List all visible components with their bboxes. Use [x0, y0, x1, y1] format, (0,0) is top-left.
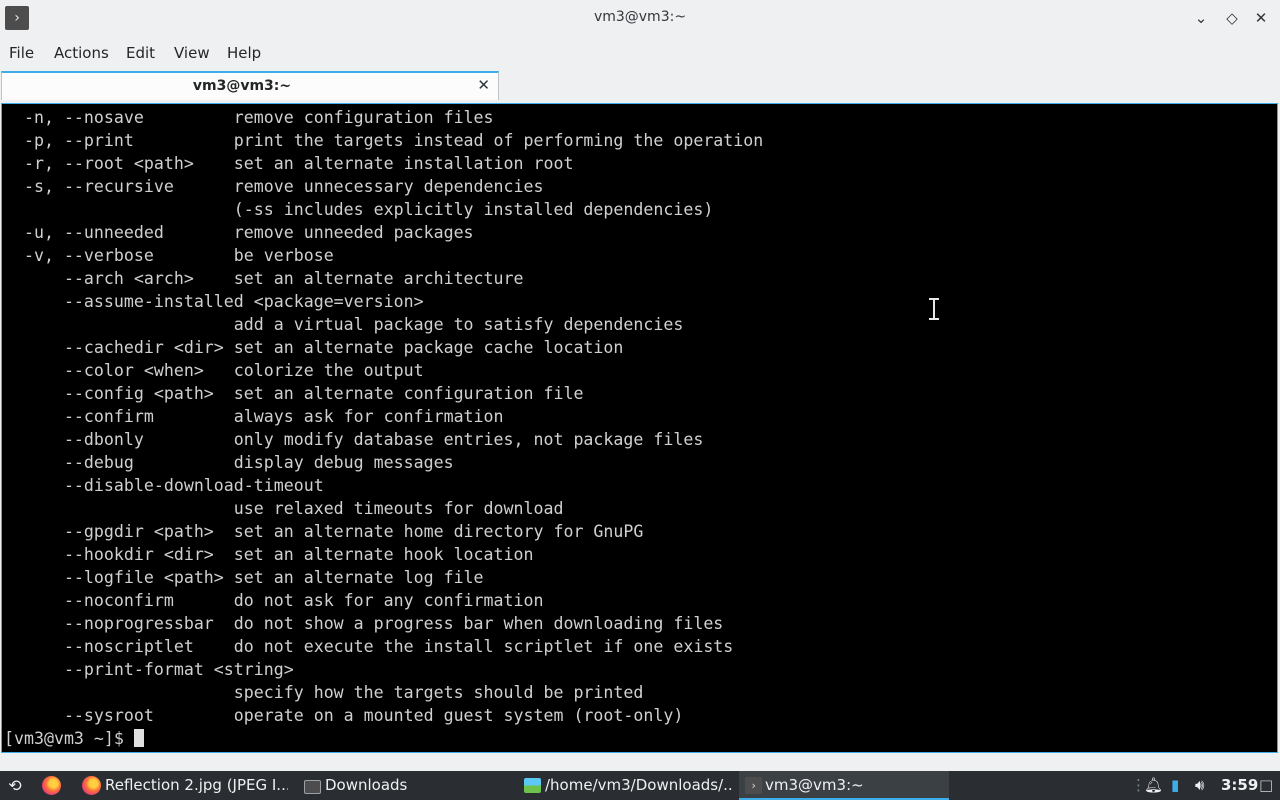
- terminal-line: --noconfirm do not ask for any confirmat…: [4, 591, 544, 610]
- task-label: Downloads: [325, 776, 408, 794]
- notifications-icon[interactable]: 🔔︎: [1144, 771, 1163, 800]
- menu-actions[interactable]: Actions: [54, 44, 109, 62]
- folder-icon: [304, 780, 321, 794]
- terminal-line: --noprogressbar do not show a progress b…: [4, 614, 724, 633]
- terminal-line: --print-format <string>: [4, 660, 294, 679]
- terminal-line: --dbonly only modify database entries, n…: [4, 430, 704, 449]
- terminal-line: -u, --unneeded remove unneeded packages: [4, 223, 474, 242]
- taskbar: ⟲ Reflection 2.jpg (JPEG I... Downloads …: [0, 771, 1280, 800]
- tab-bar: vm3@vm3:~ ✕: [0, 70, 1280, 102]
- task-reflection[interactable]: Reflection 2.jpg (JPEG I...: [78, 771, 288, 800]
- tab-close-icon[interactable]: ✕: [477, 76, 490, 94]
- shell-prompt: [vm3@vm3 ~]$: [4, 729, 134, 748]
- menu-view[interactable]: View: [174, 44, 210, 62]
- terminal-tab[interactable]: vm3@vm3:~ ✕: [1, 71, 499, 100]
- terminal-line: --arch <arch> set an alternate architect…: [4, 269, 524, 288]
- task-downloads[interactable]: Downloads: [300, 771, 510, 800]
- firefox-icon: [42, 776, 61, 795]
- terminal-line: -r, --root <path> set an alternate insta…: [4, 154, 574, 173]
- tab-label: vm3@vm3:~: [192, 78, 292, 94]
- menu-edit[interactable]: Edit: [126, 44, 155, 62]
- firefox-launcher[interactable]: [38, 771, 66, 800]
- terminal-line: -n, --nosave remove configuration files: [4, 108, 494, 127]
- terminal-line: --config <path> set an alternate configu…: [4, 384, 584, 403]
- volume-icon[interactable]: 🔊︎: [1195, 771, 1204, 800]
- clock[interactable]: 3:59: [1221, 771, 1258, 800]
- terminal-line: --noscriptlet do not execute the install…: [4, 637, 734, 656]
- terminal-line: -s, --recursive remove unnecessary depen…: [4, 177, 544, 196]
- terminal-output[interactable]: -n, --nosave remove configuration files …: [1, 103, 1278, 753]
- firefox-icon: [82, 776, 101, 795]
- terminal-line: specify how the targets should be printe…: [4, 683, 644, 702]
- terminal-line: use relaxed timeouts for download: [4, 499, 564, 518]
- terminal-icon: ›: [745, 777, 762, 794]
- terminal-line: (-ss includes explicitly installed depen…: [4, 200, 714, 219]
- application-launcher-icon[interactable]: ⟲: [4, 771, 26, 800]
- terminal-line: --color <when> colorize the output: [4, 361, 424, 380]
- terminal-line: -v, --verbose be verbose: [4, 246, 334, 265]
- terminal-line: --sysroot operate on a mounted guest sys…: [4, 706, 684, 725]
- task-terminal[interactable]: › vm3@vm3:~: [739, 771, 949, 800]
- terminal-line: --assume-installed <package=version>: [4, 292, 424, 311]
- title-bar: › vm3@vm3:~ ⌄ ◇ ✕: [0, 0, 1280, 36]
- close-icon[interactable]: ✕: [1250, 7, 1272, 29]
- show-desktop-icon[interactable]: □: [1259, 771, 1273, 800]
- ibeam-cursor-icon: [929, 298, 939, 320]
- menu-file[interactable]: File: [9, 44, 34, 62]
- menu-bar: File Actions Edit View Help: [0, 38, 1280, 68]
- terminal-line: --hookdir <dir> set an alternate hook lo…: [4, 545, 534, 564]
- task-label: Reflection 2.jpg (JPEG I...: [105, 776, 288, 794]
- terminal-line: --confirm always ask for confirmation: [4, 407, 504, 426]
- terminal-line: --gpgdir <path> set an alternate home di…: [4, 522, 644, 541]
- terminal-line: --disable-download-timeout: [4, 476, 324, 495]
- terminal-prompt-line[interactable]: [vm3@vm3 ~]$: [4, 727, 144, 750]
- terminal-line: --debug display debug messages: [4, 453, 454, 472]
- image-viewer-icon: [524, 778, 541, 793]
- window-title: vm3@vm3:~: [593, 9, 687, 25]
- terminal-line: --cachedir <dir> set an alternate packag…: [4, 338, 624, 357]
- task-label: /home/vm3/Downloads/...: [545, 776, 732, 794]
- text-cursor: [133, 729, 144, 747]
- terminal-line: add a virtual package to satisfy depende…: [4, 315, 684, 334]
- usb-device-icon[interactable]: ▮: [1171, 771, 1179, 800]
- task-image-viewer[interactable]: /home/vm3/Downloads/...: [520, 771, 732, 800]
- terminal-line: --logfile <path> set an alternate log fi…: [4, 568, 484, 587]
- maximize-icon[interactable]: ◇: [1221, 7, 1243, 29]
- terminal-line: -p, --print print the targets instead of…: [4, 131, 764, 150]
- task-label: vm3@vm3:~: [765, 776, 864, 794]
- menu-help[interactable]: Help: [227, 44, 261, 62]
- minimize-icon[interactable]: ⌄: [1190, 7, 1212, 29]
